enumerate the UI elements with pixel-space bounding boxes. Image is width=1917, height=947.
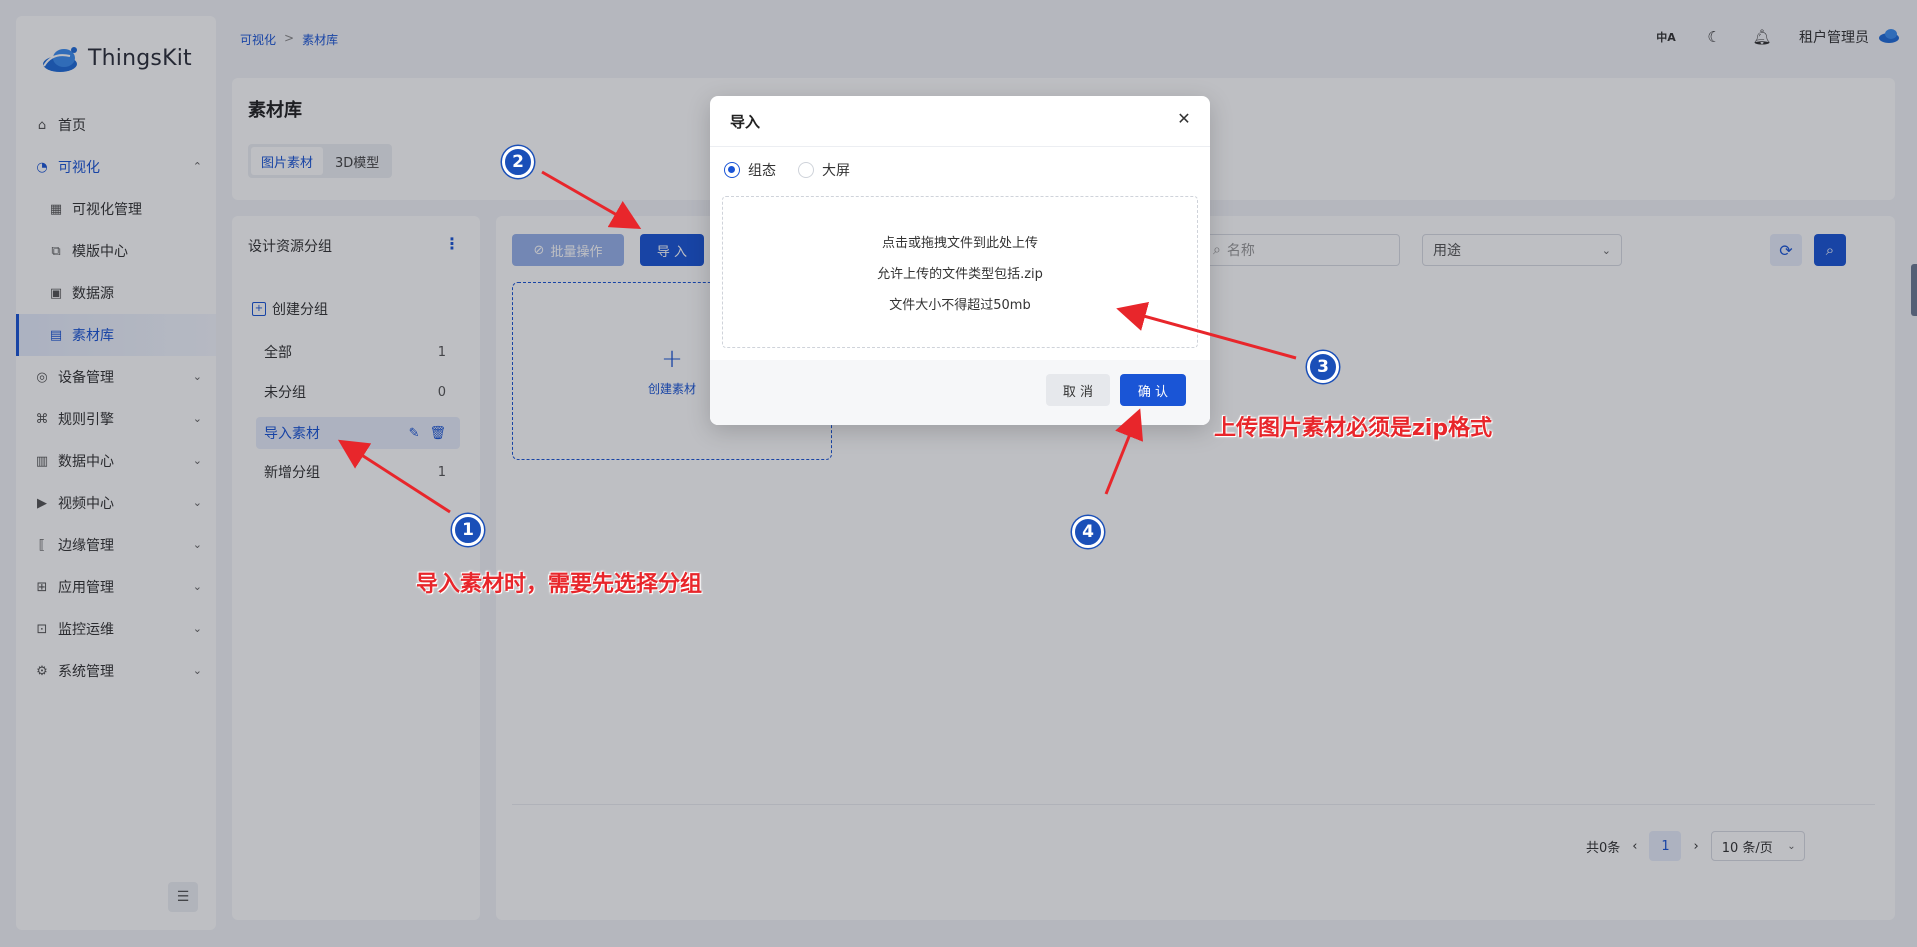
step-badge-2: 2	[502, 146, 534, 178]
radio-dot	[798, 162, 814, 178]
import-type-radio-group: 组态 大屏	[724, 160, 850, 180]
radio-dot	[724, 162, 740, 178]
step-badge-3: 3	[1307, 351, 1339, 383]
upload-dropzone[interactable]: 点击或拖拽文件到此处上传 允许上传的文件类型包括.zip 文件大小不得超过50m…	[722, 196, 1198, 348]
confirm-button[interactable]: 确 认	[1120, 374, 1186, 406]
dropzone-size-limit: 文件大小不得超过50mb	[889, 297, 1031, 313]
step-badge-1: 1	[452, 514, 484, 546]
import-dialog: 导入 ✕ 组态 大屏 点击或拖拽文件到此处上传 允许上传的文件类型包括.zip …	[710, 96, 1210, 425]
radio-configuration[interactable]: 组态	[724, 160, 776, 180]
cancel-button[interactable]: 取 消	[1046, 374, 1110, 406]
annotation-note-select-group: 导入素材时，需要先选择分组	[416, 572, 703, 597]
close-icon[interactable]: ✕	[1174, 108, 1194, 128]
dialog-title: 导入	[730, 113, 761, 131]
radio-big-screen[interactable]: 大屏	[798, 160, 850, 180]
annotation-note-zip-format: 上传图片素材必须是zip格式	[1214, 416, 1493, 441]
dropzone-file-types: 允许上传的文件类型包括.zip	[877, 266, 1043, 282]
dropzone-hint: 点击或拖拽文件到此处上传	[881, 235, 1038, 251]
divider	[710, 146, 1210, 147]
step-badge-4: 4	[1072, 516, 1104, 548]
radio-label: 大屏	[822, 163, 850, 179]
radio-label: 组态	[748, 163, 776, 179]
